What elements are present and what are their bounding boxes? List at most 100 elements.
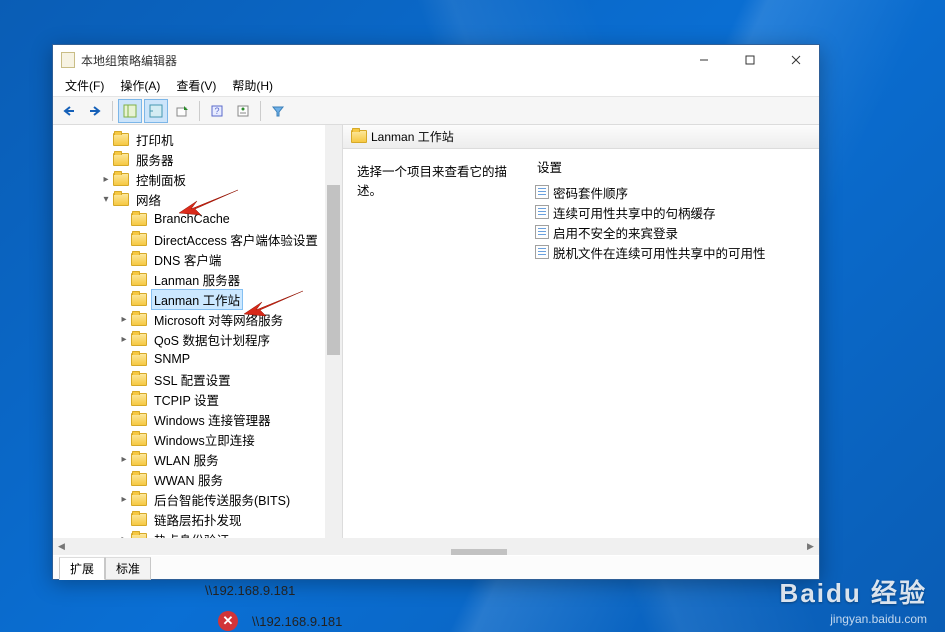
policy-icon bbox=[535, 225, 549, 239]
tree-node[interactable]: Windows立即连接 bbox=[53, 429, 342, 449]
folder-icon bbox=[113, 153, 129, 166]
console-tree-button[interactable] bbox=[144, 99, 168, 123]
tree-node[interactable]: Lanman 工作站 bbox=[53, 289, 342, 309]
folder-icon bbox=[351, 130, 367, 143]
tree-node[interactable]: Windows 连接管理器 bbox=[53, 409, 342, 429]
tree-node-label[interactable]: QoS 数据包计划程序 bbox=[151, 329, 273, 350]
tree-node-label[interactable]: BranchCache bbox=[151, 211, 233, 227]
nav-back-button[interactable] bbox=[57, 99, 81, 123]
tree-node[interactable]: WWAN 服务 bbox=[53, 469, 342, 489]
tree-node[interactable]: DirectAccess 客户端体验设置 bbox=[53, 229, 342, 249]
tree-node-label[interactable]: Windows 连接管理器 bbox=[151, 409, 274, 430]
setting-row[interactable]: 密码套件顺序 bbox=[533, 182, 819, 202]
unc-path-1: \\192.168.9.181 bbox=[205, 583, 295, 598]
folder-icon bbox=[131, 433, 147, 446]
tree-node[interactable]: 链路层拓扑发现 bbox=[53, 509, 342, 529]
toolbar-divider bbox=[260, 101, 261, 121]
tree-node-label[interactable]: 服务器 bbox=[133, 149, 177, 170]
filter-button[interactable] bbox=[266, 99, 290, 123]
tree-node[interactable]: ▸ Microsoft 对等网络服务 bbox=[53, 309, 342, 329]
tree-node-label[interactable]: 后台智能传送服务(BITS) bbox=[151, 489, 293, 510]
expand-icon[interactable]: ▸ bbox=[117, 454, 131, 465]
horizontal-scrollbar[interactable]: ◀ ▶ bbox=[53, 538, 819, 555]
toolbar: ? bbox=[53, 97, 819, 125]
unc-path-2: \\192.168.9.181 bbox=[252, 614, 342, 629]
tree-node-label[interactable]: TCPIP 设置 bbox=[151, 389, 222, 410]
folder-icon bbox=[131, 333, 147, 346]
tree-node[interactable]: ▾ 网络 bbox=[53, 189, 342, 209]
titlebar: 本地组策略编辑器 bbox=[53, 45, 819, 75]
folder-icon bbox=[131, 253, 147, 266]
error-icon: ✕ bbox=[218, 611, 238, 631]
folder-icon bbox=[131, 453, 147, 466]
setting-row[interactable]: 连续可用性共享中的句柄缓存 bbox=[533, 202, 819, 222]
tree-node-label[interactable]: Microsoft 对等网络服务 bbox=[151, 309, 286, 330]
show-tree-button[interactable] bbox=[118, 99, 142, 123]
tree-node-label[interactable]: WLAN 服务 bbox=[151, 449, 222, 470]
tree-node[interactable]: ▸ QoS 数据包计划程序 bbox=[53, 329, 342, 349]
scroll-left-icon[interactable]: ◀ bbox=[53, 541, 70, 552]
tree-node-label[interactable]: DirectAccess 客户端体验设置 bbox=[151, 229, 321, 250]
tree-node[interactable]: SSL 配置设置 bbox=[53, 369, 342, 389]
tree-node-label[interactable]: 网络 bbox=[133, 189, 164, 210]
expand-icon[interactable]: ▸ bbox=[117, 314, 131, 325]
menu-action[interactable]: 操作(A) bbox=[112, 75, 168, 96]
content-area: 打印机服务器 ▸ 控制面板 ▾ 网络BranchCache DirectAccess 客户… bbox=[53, 125, 819, 557]
menu-file[interactable]: 文件(F) bbox=[57, 75, 112, 96]
folder-icon bbox=[131, 373, 147, 386]
nav-forward-button[interactable] bbox=[83, 99, 107, 123]
folder-icon bbox=[131, 473, 147, 486]
tree-node[interactable]: ▸ 控制面板 bbox=[53, 169, 342, 189]
tree-node-label[interactable]: SSL 配置设置 bbox=[151, 369, 234, 390]
tree-node-label[interactable]: SNMP bbox=[151, 351, 193, 367]
tree-node[interactable]: Lanman 服务器 bbox=[53, 269, 342, 289]
gpedit-window: 本地组策略编辑器 文件(F) 操作(A) 查看(V) 帮助(H) ? 打印机服务… bbox=[52, 44, 820, 580]
tree-node-label[interactable]: Lanman 工作站 bbox=[151, 289, 243, 310]
expand-icon[interactable]: ▸ bbox=[99, 174, 113, 185]
maximize-button[interactable] bbox=[727, 45, 773, 75]
help-button[interactable]: ? bbox=[205, 99, 229, 123]
tree-node[interactable]: ▸ WLAN 服务 bbox=[53, 449, 342, 469]
folder-icon bbox=[113, 193, 129, 206]
tree-node-label[interactable]: WWAN 服务 bbox=[151, 469, 226, 490]
tree-node[interactable]: 打印机 bbox=[53, 129, 342, 149]
expand-icon[interactable]: ▸ bbox=[117, 334, 131, 345]
menu-view[interactable]: 查看(V) bbox=[168, 75, 224, 96]
tree-node[interactable]: BranchCache bbox=[53, 209, 342, 229]
setting-label: 脱机文件在连续可用性共享中的可用性 bbox=[553, 243, 766, 262]
expand-icon[interactable]: ▸ bbox=[117, 494, 131, 505]
menu-help[interactable]: 帮助(H) bbox=[224, 75, 281, 96]
tree-node[interactable]: 服务器 bbox=[53, 149, 342, 169]
window-title: 本地组策略编辑器 bbox=[81, 52, 681, 69]
tree-node-label[interactable]: 打印机 bbox=[133, 129, 177, 150]
folder-icon bbox=[131, 233, 147, 246]
tree-node[interactable]: DNS 客户端 bbox=[53, 249, 342, 269]
tree-node[interactable]: ▸ 后台智能传送服务(BITS) bbox=[53, 489, 342, 509]
folder-icon bbox=[131, 213, 147, 226]
setting-row[interactable]: 启用不安全的来宾登录 bbox=[533, 222, 819, 242]
watermark: Baidu 经验 bbox=[780, 573, 927, 610]
tree-node[interactable]: TCPIP 设置 bbox=[53, 389, 342, 409]
tree-node-label[interactable]: Windows立即连接 bbox=[151, 429, 258, 450]
setting-label: 密码套件顺序 bbox=[553, 183, 628, 202]
tree-pane[interactable]: 打印机服务器 ▸ 控制面板 ▾ 网络BranchCache DirectAccess 客户… bbox=[53, 125, 343, 556]
folder-icon bbox=[113, 133, 129, 146]
setting-row[interactable]: 脱机文件在连续可用性共享中的可用性 bbox=[533, 242, 819, 262]
tree-scroll-thumb[interactable] bbox=[327, 185, 340, 355]
tree-node-label[interactable]: 链路层拓扑发现 bbox=[151, 509, 245, 530]
toolbar-divider bbox=[112, 101, 113, 121]
collapse-icon[interactable]: ▾ bbox=[99, 194, 113, 205]
tree-node-label[interactable]: 控制面板 bbox=[133, 169, 189, 190]
tree-node-label[interactable]: DNS 客户端 bbox=[151, 249, 224, 270]
close-button[interactable] bbox=[773, 45, 819, 75]
minimize-button[interactable] bbox=[681, 45, 727, 75]
export-button[interactable] bbox=[170, 99, 194, 123]
tree-node-label[interactable]: Lanman 服务器 bbox=[151, 269, 243, 290]
tree-node[interactable]: SNMP bbox=[53, 349, 342, 369]
scroll-right-icon[interactable]: ▶ bbox=[802, 541, 819, 552]
details-header: Lanman 工作站 bbox=[343, 125, 819, 149]
tree-scrollbar[interactable] bbox=[325, 125, 342, 556]
toolbar-divider bbox=[199, 101, 200, 121]
properties-button[interactable] bbox=[231, 99, 255, 123]
settings-header[interactable]: 设置 bbox=[533, 157, 819, 182]
